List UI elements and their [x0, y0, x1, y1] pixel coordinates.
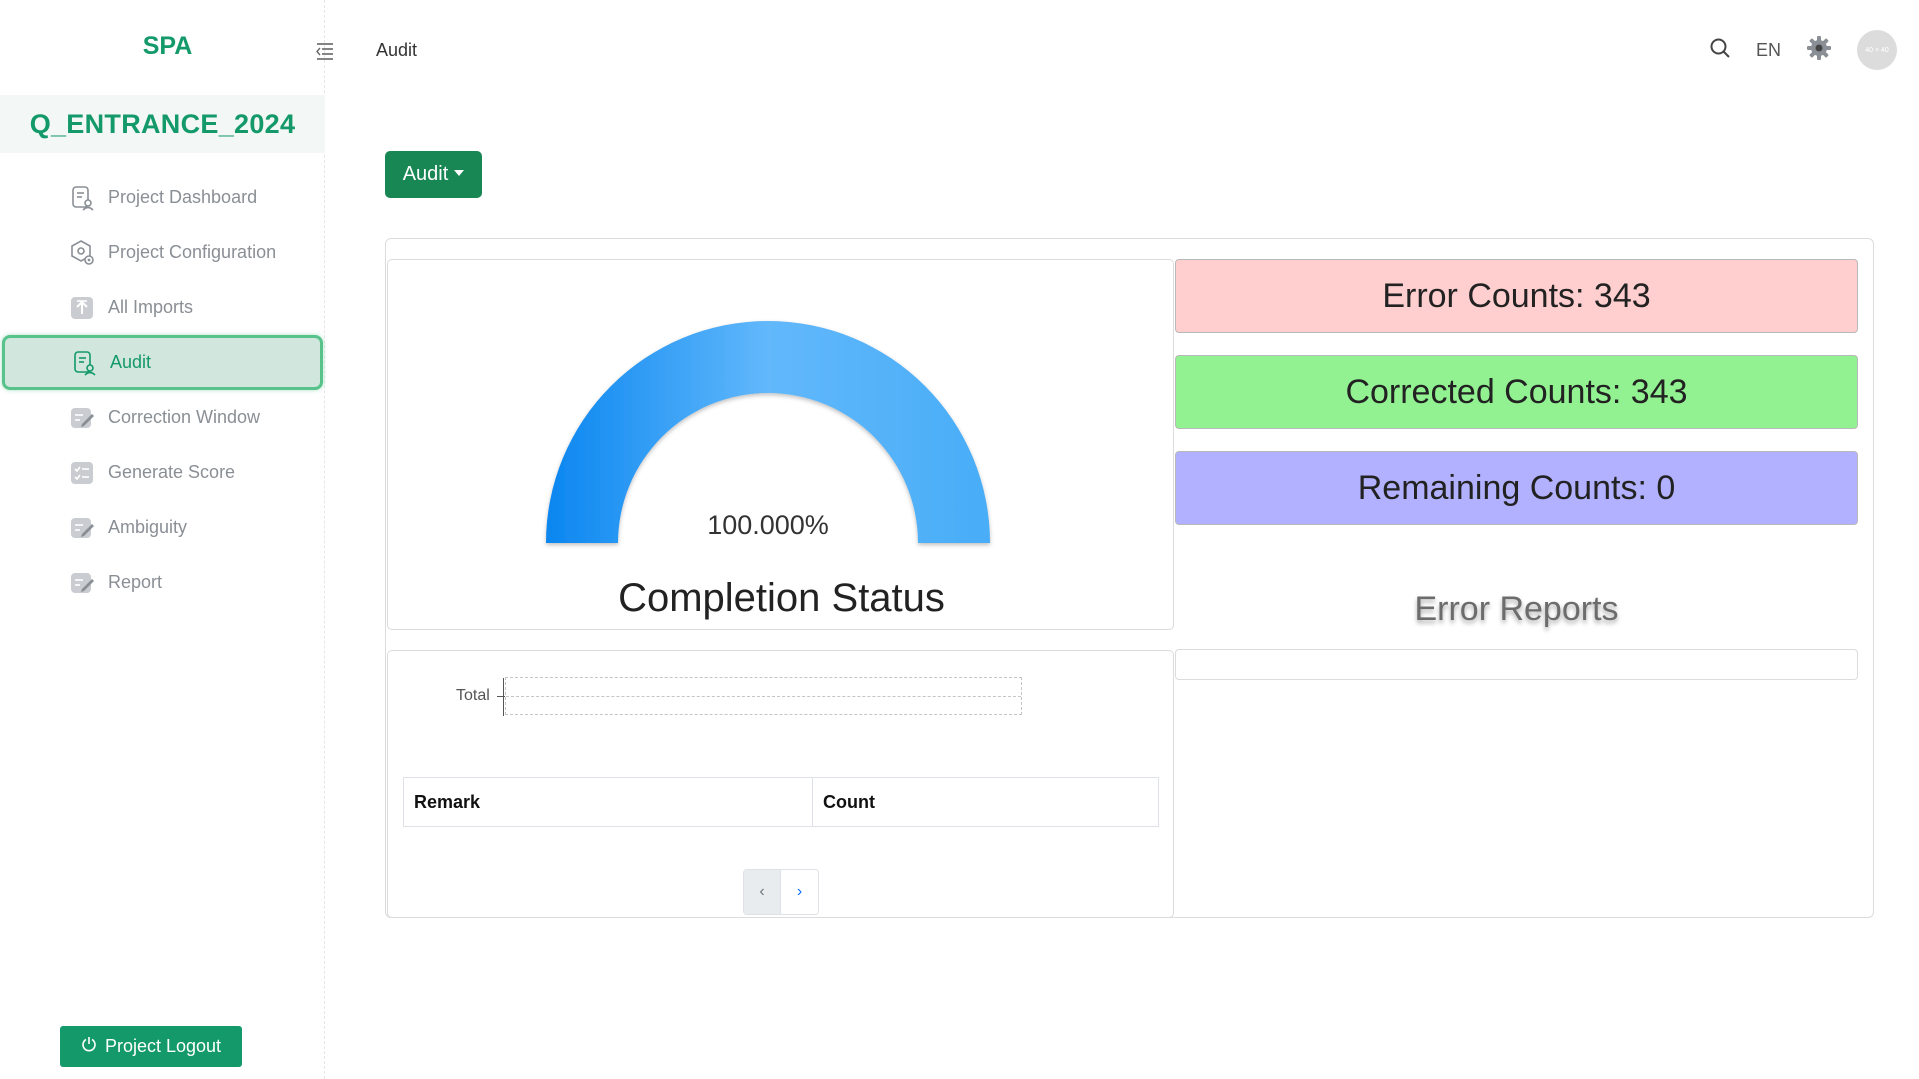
corrected-counts-box: Corrected Counts: 343 — [1175, 355, 1858, 429]
sidebar-item-audit[interactable]: Audit — [2, 335, 323, 390]
sidebar-item-label: Report — [108, 572, 163, 592]
avatar-placeholder-text: 40 × 40 — [1865, 46, 1889, 54]
sidebar-item-correction-window[interactable]: Correction Window — [0, 390, 325, 445]
gear-icon[interactable] — [1805, 34, 1833, 67]
sidebar-item-label: All Imports — [108, 297, 194, 317]
project-logout-label: Project Logout — [104, 1036, 222, 1056]
checklist-icon — [68, 459, 96, 487]
audit-dropdown-label: Audit — [402, 163, 449, 185]
config-gear-icon — [68, 239, 96, 267]
sidebar-item-all-imports[interactable]: All Imports — [0, 280, 325, 335]
total-axis-line — [503, 678, 504, 716]
edit-icon — [68, 514, 96, 542]
sidebar-item-project-dashboard[interactable]: Project Dashboard — [0, 170, 325, 225]
gauge-title: Completion Status — [618, 576, 945, 620]
remarks-card: Total Remark Count ‹ › — [387, 650, 1174, 918]
prev-page-button[interactable]: ‹ — [744, 870, 781, 914]
audit-doc-icon — [70, 349, 98, 377]
sidebar-item-label: Correction Window — [108, 407, 261, 427]
header-actions: EN 40 × 40 — [1708, 30, 1897, 70]
edit-icon — [68, 404, 96, 432]
dashboard-doc-icon — [68, 184, 96, 212]
count-column-header: Count — [812, 777, 1159, 827]
language-selector[interactable]: EN — [1756, 40, 1781, 61]
error-reports-title: Error Reports — [1414, 590, 1619, 628]
error-counts-box: Error Counts: 343 — [1175, 259, 1858, 333]
menu-collapse-icon[interactable] — [314, 40, 336, 62]
remark-column-header: Remark — [403, 777, 813, 827]
page-title: Audit — [376, 40, 418, 60]
sidebar-item-project-configuration[interactable]: Project Configuration — [0, 225, 325, 280]
table-header-row: Remark Count — [403, 777, 1159, 827]
total-bar — [505, 677, 1022, 715]
project-logout-button[interactable]: Project Logout — [60, 1026, 242, 1067]
sidebar: SPA Q_ENTRANCE_2024 Project Dashboard Pr… — [0, 0, 325, 1079]
remaining-counts-box: Remaining Counts: 0 — [1175, 451, 1858, 525]
pagination: ‹ › — [743, 869, 819, 915]
audit-dropdown-button[interactable]: Audit — [385, 151, 482, 198]
total-axis-label: Total — [456, 687, 490, 704]
edit-icon — [68, 569, 96, 597]
brand-logo: SPA — [142, 32, 193, 60]
remarks-table: Remark Count — [403, 777, 1159, 827]
sidebar-item-label: Project Configuration — [108, 242, 277, 262]
sidebar-nav: Project Dashboard Project Configuration … — [0, 170, 325, 610]
next-page-button[interactable]: › — [781, 870, 818, 914]
caret-down-icon — [454, 169, 465, 176]
error-reports-container — [1175, 649, 1858, 680]
upload-icon — [68, 294, 96, 322]
search-icon[interactable] — [1708, 36, 1732, 65]
gauge-value: 100.000% — [707, 510, 829, 540]
sidebar-item-label: Project Dashboard — [108, 187, 258, 207]
power-icon — [81, 1036, 97, 1057]
sidebar-item-ambiguity[interactable]: Ambiguity — [0, 500, 325, 555]
sidebar-item-label: Generate Score — [108, 462, 236, 482]
sidebar-item-label: Ambiguity — [108, 517, 188, 537]
sidebar-item-generate-score[interactable]: Generate Score — [0, 445, 325, 500]
sidebar-item-label: Audit — [110, 352, 152, 372]
avatar[interactable]: 40 × 40 — [1857, 30, 1897, 70]
sidebar-item-report[interactable]: Report — [0, 555, 325, 610]
project-name: Q_ENTRANCE_2024 — [0, 95, 325, 153]
completion-gauge-card: 100.000% Completion Status — [387, 259, 1174, 630]
